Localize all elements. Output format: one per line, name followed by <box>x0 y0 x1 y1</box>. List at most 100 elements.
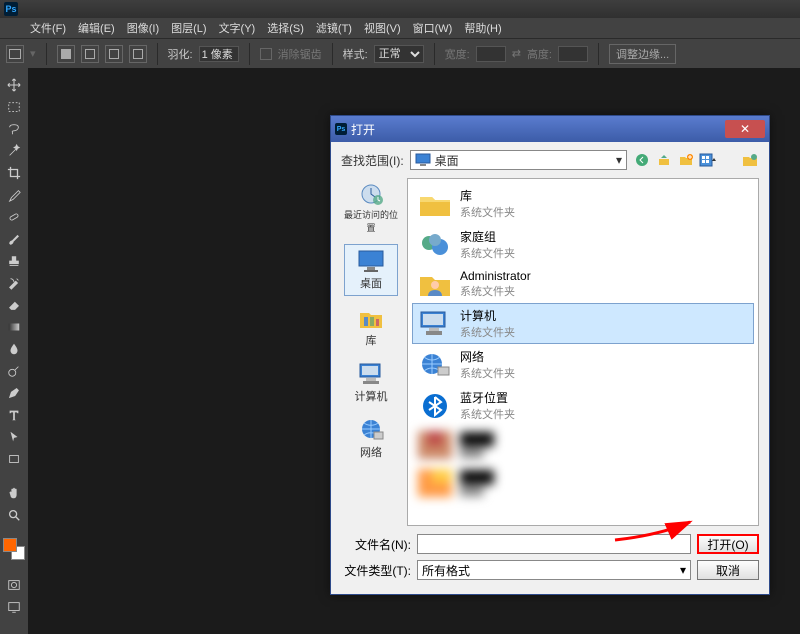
move-tool-icon[interactable] <box>3 76 25 94</box>
height-label: 高度: <box>527 46 552 62</box>
menu-bar: 文件(F) 编辑(E) 图像(I) 图层(L) 文字(Y) 选择(S) 滤镜(T… <box>0 18 800 38</box>
toolbox <box>0 68 28 634</box>
type-tool-icon[interactable] <box>3 406 25 424</box>
dialog-ps-icon: Ps <box>335 123 347 135</box>
up-button[interactable] <box>655 151 673 169</box>
ps-logo-icon: Ps <box>4 2 18 16</box>
filetype-select[interactable]: 所有格式 ▾ <box>417 560 691 580</box>
new-folder-button[interactable] <box>677 151 695 169</box>
list-item[interactable]: 库系统文件夹 <box>412 183 754 224</box>
lookup-label: 查找范围(I): <box>341 152 404 169</box>
preview-button[interactable] <box>741 151 759 169</box>
desktop-icon <box>415 153 431 167</box>
color-swatches[interactable] <box>3 538 25 560</box>
mode-intersect-icon[interactable] <box>129 45 147 63</box>
hand-tool-icon[interactable] <box>3 484 25 502</box>
list-item-blurred[interactable]: ███████ <box>412 426 754 464</box>
chevron-down-icon: ▾ <box>616 153 622 167</box>
eyedropper-tool-icon[interactable] <box>3 186 25 204</box>
list-item-blurred[interactable]: ███████ <box>412 464 754 502</box>
list-item[interactable]: Administrator系统文件夹 <box>412 265 754 303</box>
zoom-tool-icon[interactable] <box>3 506 25 524</box>
wand-tool-icon[interactable] <box>3 142 25 160</box>
menu-file[interactable]: 文件(F) <box>30 20 66 36</box>
view-menu-button[interactable] <box>699 151 717 169</box>
cancel-button[interactable]: 取消 <box>697 560 759 580</box>
lookup-select[interactable]: 桌面 ▾ <box>410 150 627 170</box>
brush-tool-icon[interactable] <box>3 230 25 248</box>
marquee-tool-icon[interactable] <box>3 98 25 116</box>
places-bar: 最近访问的位置 桌面 库 计算机 网络 <box>341 178 401 526</box>
menu-image[interactable]: 图像(I) <box>127 20 159 36</box>
foreground-color-swatch[interactable] <box>3 538 17 552</box>
network-icon <box>357 418 385 442</box>
feather-label: 羽化: <box>168 46 193 62</box>
width-input[interactable] <box>476 46 506 62</box>
gradient-tool-icon[interactable] <box>3 318 25 336</box>
dialog-title: 打开 <box>351 121 375 138</box>
history-brush-tool-icon[interactable] <box>3 274 25 292</box>
list-item[interactable]: 网络系统文件夹 <box>412 344 754 385</box>
place-recent[interactable]: 最近访问的位置 <box>344 178 398 238</box>
menu-help[interactable]: 帮助(H) <box>464 20 501 36</box>
mode-add-icon[interactable] <box>81 45 99 63</box>
homegroup-icon <box>418 230 452 260</box>
chevron-down-icon: ▾ <box>680 563 686 577</box>
screen-mode-icon[interactable] <box>3 598 25 616</box>
path-select-tool-icon[interactable] <box>3 428 25 446</box>
menu-layer[interactable]: 图层(L) <box>171 20 206 36</box>
filename-label: 文件名(N): <box>341 536 411 553</box>
list-item-selected[interactable]: 计算机系统文件夹 <box>412 303 754 344</box>
list-item[interactable]: 蓝牙位置系统文件夹 <box>412 385 754 426</box>
network-item-icon <box>418 350 452 380</box>
blur-tool-icon[interactable] <box>3 340 25 358</box>
desktop-place-icon <box>357 249 385 273</box>
menu-window[interactable]: 窗口(W) <box>413 20 453 36</box>
menu-filter[interactable]: 滤镜(T) <box>316 20 352 36</box>
list-item[interactable]: 家庭组系统文件夹 <box>412 224 754 265</box>
back-button[interactable] <box>633 151 651 169</box>
refine-edge-button[interactable]: 调整边缘... <box>609 44 676 64</box>
place-libraries[interactable]: 库 <box>344 302 398 352</box>
place-desktop[interactable]: 桌面 <box>344 244 398 296</box>
anti-alias-checkbox[interactable] <box>260 48 272 60</box>
menu-select[interactable]: 选择(S) <box>267 20 304 36</box>
dialog-title-bar[interactable]: Ps 打开 ✕ <box>331 116 769 142</box>
marquee-preset-icon[interactable] <box>6 45 24 63</box>
shape-tool-icon[interactable] <box>3 450 25 468</box>
place-computer[interactable]: 计算机 <box>344 358 398 408</box>
menu-edit[interactable]: 编辑(E) <box>78 20 115 36</box>
recent-icon <box>357 182 385 206</box>
options-bar: ▾ 羽化: 消除锯齿 样式: 正常 宽度: ⇄ 高度: 调整边缘... <box>0 38 800 68</box>
feather-input[interactable] <box>199 46 239 62</box>
filetype-label: 文件类型(T): <box>341 562 411 579</box>
open-button[interactable]: 打开(O) <box>697 534 759 554</box>
quick-mask-icon[interactable] <box>3 576 25 594</box>
file-listing: 库系统文件夹 家庭组系统文件夹 Administrator系统文件夹 计算机系统… <box>407 178 759 526</box>
app-title-bar: Ps <box>0 0 800 18</box>
computer-item-icon <box>418 309 452 339</box>
user-folder-icon <box>418 269 452 299</box>
mode-subtract-icon[interactable] <box>105 45 123 63</box>
pen-tool-icon[interactable] <box>3 384 25 402</box>
eraser-tool-icon[interactable] <box>3 296 25 314</box>
menu-view[interactable]: 视图(V) <box>364 20 401 36</box>
libraries-icon <box>357 306 385 330</box>
menu-type[interactable]: 文字(Y) <box>219 20 256 36</box>
height-input[interactable] <box>558 46 588 62</box>
lasso-tool-icon[interactable] <box>3 120 25 138</box>
crop-tool-icon[interactable] <box>3 164 25 182</box>
dialog-close-button[interactable]: ✕ <box>725 120 765 138</box>
swap-icon[interactable]: ⇄ <box>512 47 521 60</box>
filename-input[interactable] <box>417 534 691 554</box>
width-label: 宽度: <box>445 46 470 62</box>
open-dialog: Ps 打开 ✕ 查找范围(I): 桌面 ▾ <box>330 115 770 595</box>
dodge-tool-icon[interactable] <box>3 362 25 380</box>
computer-icon <box>357 362 385 386</box>
place-network[interactable]: 网络 <box>344 414 398 464</box>
style-select[interactable]: 正常 <box>374 45 424 63</box>
heal-tool-icon[interactable] <box>3 208 25 226</box>
mode-new-icon[interactable] <box>57 45 75 63</box>
stamp-tool-icon[interactable] <box>3 252 25 270</box>
anti-alias-label: 消除锯齿 <box>278 46 322 62</box>
